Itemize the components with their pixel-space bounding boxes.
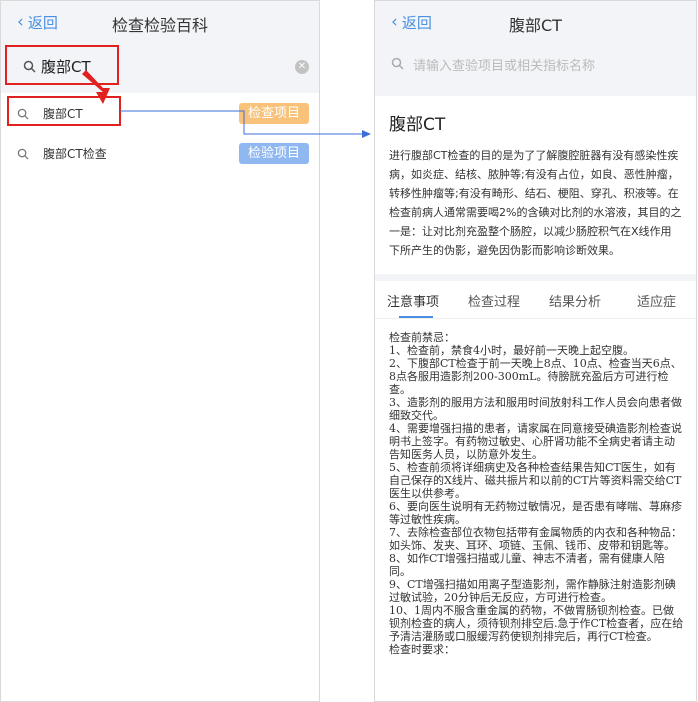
- annotation-arrows: [82, 70, 371, 138]
- connector-line: [120, 110, 362, 135]
- red-arrow: [82, 70, 110, 104]
- connector-arrowhead: [362, 130, 371, 138]
